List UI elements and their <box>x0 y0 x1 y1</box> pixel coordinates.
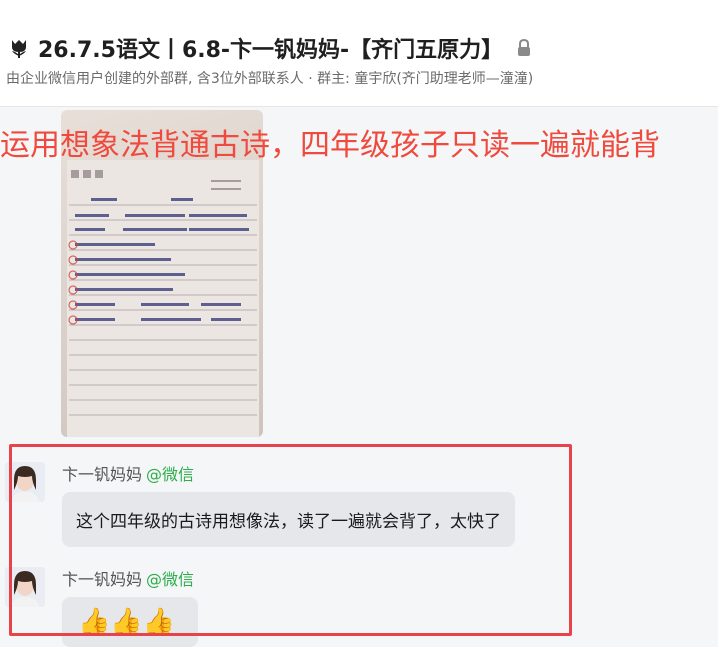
sender-name: 卞一钒妈妈 @微信 <box>62 566 194 590</box>
message-bubble[interactable]: 👍👍👍 <box>62 597 198 647</box>
avatar[interactable] <box>5 567 45 607</box>
chat-header: 26.7.5语文丨6.8-卞一钒妈妈-【齐门五原力】 由企业微信用户创建的外部群… <box>0 0 718 107</box>
message-text: 这个四年级的古诗用想像法，读了一遍就会背了，太快了 <box>76 512 501 532</box>
avatar[interactable] <box>5 462 45 502</box>
avatar-image <box>5 567 45 607</box>
sender-name-text: 卞一钒妈妈 <box>62 465 143 484</box>
chat-title: 26.7.5语文丨6.8-卞一钒妈妈-【齐门五原力】 <box>38 38 504 63</box>
message-bubble[interactable]: 这个四年级的古诗用想像法，读了一遍就会背了，太快了 <box>62 492 515 547</box>
wechat-source-tag: @微信 <box>146 465 195 484</box>
promo-banner-text: 运用想象法背通古诗，四年级孩子只读一遍就能背 <box>0 128 660 163</box>
emoji-row: 👍👍👍 <box>62 597 198 647</box>
sender-name-text: 卞一钒妈妈 <box>62 570 143 589</box>
thumbs-up-emoji: 👍👍👍 <box>78 607 176 637</box>
sender-name: 卞一钒妈妈 @微信 <box>62 461 194 485</box>
tulip-icon <box>12 40 26 58</box>
lock-icon <box>518 39 531 56</box>
chat-title-row[interactable]: 26.7.5语文丨6.8-卞一钒妈妈-【齐门五原力】 <box>8 31 531 65</box>
chat-subtitle: 由企业微信用户创建的外部群, 含3位外部联系人 · 群主: 童宇欣(齐门助理老师… <box>6 71 534 87</box>
avatar-image <box>5 462 45 502</box>
wechat-source-tag: @微信 <box>146 570 195 589</box>
